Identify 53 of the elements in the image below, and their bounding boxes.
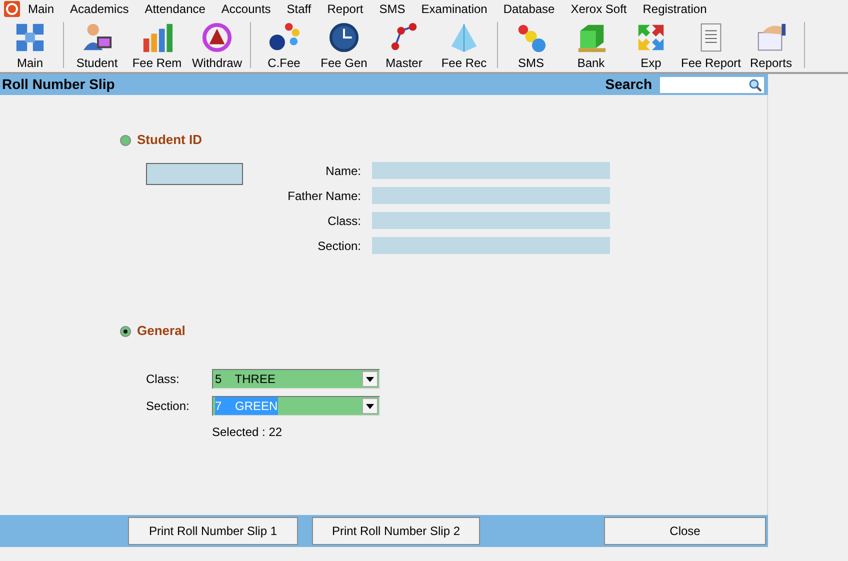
menu-item[interactable]: SMS xyxy=(371,0,414,18)
menu-item[interactable]: Main xyxy=(20,0,62,18)
dropdown[interactable]: 5 THREE xyxy=(212,369,380,389)
field-label: Class: xyxy=(326,212,361,230)
search-label: Search xyxy=(605,75,652,94)
menu-item[interactable]: Report xyxy=(319,0,372,18)
logo-icon xyxy=(4,1,20,17)
menu-item[interactable]: Academics xyxy=(62,0,137,18)
field-label: Class: xyxy=(146,371,180,388)
toolbar-button[interactable]: Main xyxy=(0,18,60,72)
toolbar-button[interactable]: Student xyxy=(67,18,127,72)
menu-item[interactable]: Accounts xyxy=(213,0,279,18)
menu-item[interactable]: Database xyxy=(495,0,563,18)
menu-item[interactable]: Xerox Soft xyxy=(562,0,635,18)
selected-count: Selected : 22 xyxy=(212,424,284,441)
radio-button[interactable] xyxy=(120,134,131,146)
toolbar-button[interactable]: Bank xyxy=(561,18,621,72)
menu-item[interactable]: Attendance xyxy=(136,0,214,18)
text-field[interactable] xyxy=(372,212,610,229)
toolbar-button[interactable]: Fee Rec xyxy=(434,18,494,72)
toolbar-button[interactable]: Reports xyxy=(741,18,801,72)
caret-icon xyxy=(366,404,374,408)
text-field[interactable] xyxy=(372,187,610,204)
search-icon xyxy=(748,78,762,92)
student-id-field[interactable] xyxy=(146,163,243,185)
toolbar-button[interactable]: Fee Rem xyxy=(127,18,187,72)
field-label: Section: xyxy=(146,398,190,415)
toolbar-button[interactable]: SMS xyxy=(501,18,561,72)
toolbar-button[interactable]: Master xyxy=(374,18,434,72)
option-label: General xyxy=(137,322,186,340)
text-field[interactable] xyxy=(372,237,610,254)
menu-item[interactable]: Staff xyxy=(278,0,320,18)
menu-item[interactable]: Examination xyxy=(413,0,496,18)
toolbar-button[interactable]: Exp xyxy=(621,18,681,72)
clock-icon xyxy=(327,21,361,54)
toolbar-button[interactable]: Fee Gen xyxy=(314,18,374,72)
action-button[interactable]: Print Roll Number Slip 1 xyxy=(128,517,298,545)
search-field[interactable] xyxy=(660,76,764,92)
toolbar-button[interactable]: Withdraw xyxy=(187,18,247,72)
toolbar-button[interactable]: Fee Report xyxy=(681,18,741,72)
window-title: Roll Number Slip xyxy=(2,75,115,94)
caret-icon xyxy=(366,376,374,382)
action-button[interactable]: Close xyxy=(604,517,766,545)
field-label: Father Name: xyxy=(286,188,361,204)
radio-button[interactable] xyxy=(120,326,131,336)
field-label: Name: xyxy=(324,162,361,180)
menu-item[interactable]: Registration xyxy=(634,0,715,18)
option-label: Student ID xyxy=(137,131,202,150)
field-label: Section: xyxy=(316,238,361,254)
action-button[interactable]: Print Roll Number Slip 2 xyxy=(312,517,480,545)
text-field[interactable] xyxy=(372,162,610,179)
toolbar-button[interactable]: C.Fee xyxy=(254,18,314,72)
color-wheel-icon xyxy=(200,21,234,54)
